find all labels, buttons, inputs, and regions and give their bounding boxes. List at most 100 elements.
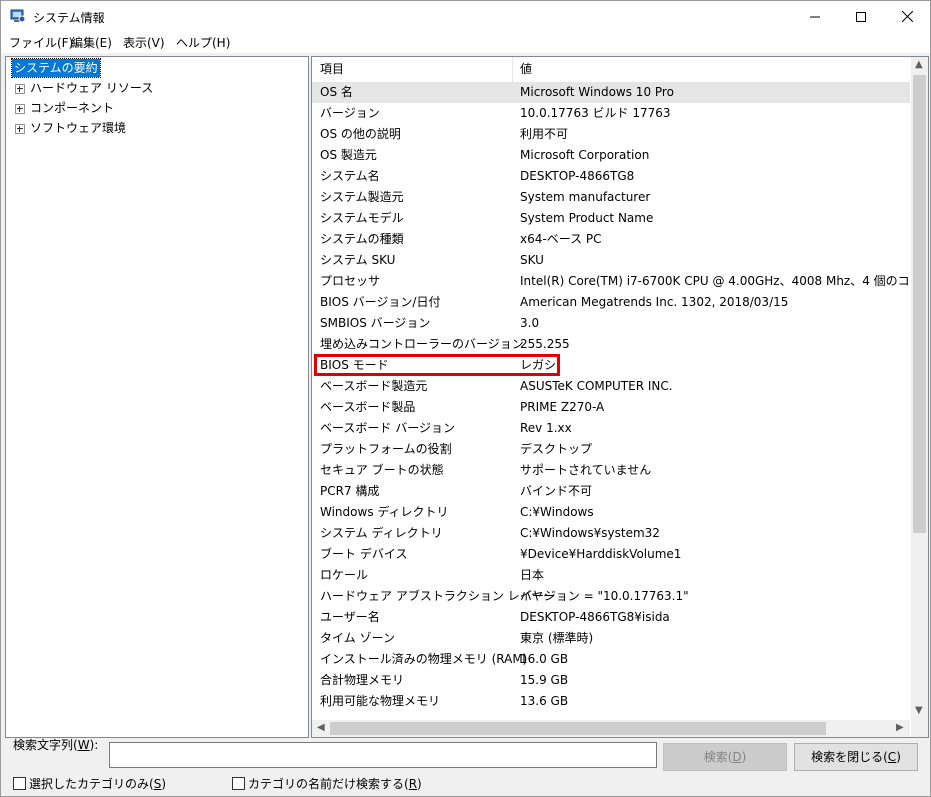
row-item-value: 3.0 bbox=[520, 316, 540, 330]
row-item-name: バージョン bbox=[320, 106, 380, 120]
table-row[interactable]: 合計物理メモリ 15.9 GB bbox=[312, 670, 910, 691]
row-item-name: 利用可能な物理メモリ bbox=[320, 694, 441, 708]
table-row[interactable]: システム SKU SKU bbox=[312, 250, 910, 271]
scroll-up-icon[interactable]: ▲ bbox=[915, 59, 923, 70]
row-item-name: プラットフォームの役割 bbox=[320, 442, 452, 456]
table-row[interactable]: タイム ゾーン 東京 (標準時) bbox=[312, 628, 910, 649]
table-row[interactable]: BIOS バージョン/日付 American Megatrends Inc. 13… bbox=[312, 292, 910, 313]
table-row[interactable]: ベースボード バージョン Rev 1.xx bbox=[312, 418, 910, 439]
table-row[interactable]: SMBIOS バージョン 3.0 bbox=[312, 313, 910, 334]
row-item-value: 255.255 bbox=[520, 337, 570, 351]
details-list[interactable]: 項目 値 OS 名 Microsoft Windows 10 Pro バージョン 10… bbox=[311, 56, 929, 738]
row-item-value: 15.9 GB bbox=[520, 673, 569, 687]
table-row[interactable]: ベースボード製造元 ASUSTeK COMPUTER INC. bbox=[312, 376, 910, 397]
category-names-only-checkbox[interactable]: カテゴリの名前だけ検索する(R) bbox=[232, 775, 422, 792]
scroll-left-icon[interactable]: ◀ bbox=[317, 722, 325, 733]
tree-item-software-environment[interactable]: ソフトウェア環境 bbox=[30, 119, 126, 137]
row-item-name: 合計物理メモリ bbox=[320, 673, 405, 687]
row-item-name: BIOS バージョン/日付 bbox=[320, 295, 441, 309]
table-row[interactable]: システムの種類 x64-ベース PC bbox=[312, 229, 910, 250]
column-divider[interactable] bbox=[512, 57, 513, 82]
horizontal-scroll-thumb[interactable] bbox=[330, 722, 826, 735]
row-item-name: SMBIOS バージョン bbox=[320, 316, 431, 330]
table-row[interactable]: システム名 DESKTOP-4866TG8 bbox=[312, 166, 910, 187]
table-row[interactable]: ユーザー名 DESKTOP-4866TG8¥isida bbox=[312, 607, 910, 628]
title-bar[interactable]: システム情報 bbox=[1, 1, 930, 32]
row-item-name: ロケール bbox=[320, 568, 369, 582]
table-row[interactable]: Windows ディレクトリ C:¥Windows bbox=[312, 502, 910, 523]
row-item-name: システム名 bbox=[320, 169, 380, 183]
expand-icon[interactable] bbox=[15, 124, 25, 134]
horizontal-scrollbar[interactable]: ◀ ▶ bbox=[312, 720, 910, 737]
close-search-button[interactable]: 検索を閉じる(C) bbox=[794, 743, 918, 771]
checkbox-icon[interactable] bbox=[13, 777, 26, 790]
table-row[interactable]: 利用可能な物理メモリ 13.6 GB bbox=[312, 691, 910, 712]
row-item-name: システムモデル bbox=[320, 211, 404, 225]
column-header-value[interactable]: 値 bbox=[520, 57, 532, 82]
table-row[interactable]: OS 名 Microsoft Windows 10 Pro bbox=[312, 82, 910, 103]
row-item-value: バージョン = "10.0.17763.1" bbox=[520, 589, 689, 603]
table-row[interactable]: システムモデル System Product Name bbox=[312, 208, 910, 229]
scroll-right-icon[interactable]: ▶ bbox=[896, 722, 904, 733]
table-row[interactable]: OS 製造元 Microsoft Corporation bbox=[312, 145, 910, 166]
row-item-value: American Megatrends Inc. 1302, 2018/03/1… bbox=[520, 295, 789, 309]
vertical-scroll-thumb[interactable] bbox=[913, 75, 926, 533]
row-item-value: サポートされていません bbox=[520, 463, 652, 477]
scroll-down-icon[interactable]: ▼ bbox=[915, 705, 923, 716]
table-row[interactable]: バージョン 10.0.17763 ビルド 17763 bbox=[312, 103, 910, 124]
table-row[interactable]: プラットフォームの役割 デスクトップ bbox=[312, 439, 910, 460]
row-item-value: x64-ベース PC bbox=[520, 232, 602, 246]
search-label: 検索文字列(W): bbox=[13, 738, 99, 752]
list-header: 項目 値 bbox=[312, 57, 910, 82]
minimize-button[interactable] bbox=[792, 1, 838, 32]
table-row[interactable]: システム ディレクトリ C:¥Windows¥system32 bbox=[312, 523, 910, 544]
selected-category-only-checkbox[interactable]: 選択したカテゴリのみ(S) bbox=[13, 775, 166, 792]
row-item-value: Intel(R) Core(TM) i7-6700K CPU @ 4.00GHz… bbox=[520, 274, 929, 288]
menu-edit[interactable]: 編集(E) bbox=[71, 34, 112, 51]
menu-view[interactable]: 表示(V) bbox=[123, 34, 165, 51]
bios-mode-highlight-box bbox=[314, 354, 560, 376]
row-item-name: ベースボード バージョン bbox=[320, 421, 455, 435]
table-row[interactable]: 埋め込みコントローラーのバージョン 255.255 bbox=[312, 334, 910, 355]
table-row[interactable]: システム製造元 System manufacturer bbox=[312, 187, 910, 208]
close-button[interactable] bbox=[884, 1, 930, 32]
row-item-value: ¥Device¥HarddiskVolume1 bbox=[520, 547, 682, 561]
tree-item-hardware-resources[interactable]: ハードウェア リソース bbox=[30, 79, 153, 97]
tree-item-system-summary[interactable]: システムの要約 bbox=[11, 58, 101, 78]
expand-icon[interactable] bbox=[15, 104, 25, 114]
vertical-scrollbar[interactable]: ▲ ▼ bbox=[911, 57, 928, 720]
row-item-value: DESKTOP-4866TG8¥isida bbox=[520, 610, 670, 624]
category-tree[interactable]: システムの要約 ハードウェア リソース コンポーネント ソフトウェア環境 bbox=[5, 56, 309, 738]
table-row[interactable]: ロケール 日本 bbox=[312, 565, 910, 586]
column-header-item[interactable]: 項目 bbox=[320, 57, 344, 82]
find-button[interactable]: 検索(D) bbox=[663, 743, 787, 771]
row-item-value: DESKTOP-4866TG8 bbox=[520, 169, 635, 183]
row-item-name: セキュア ブートの状態 bbox=[320, 463, 444, 477]
checkbox-icon[interactable] bbox=[232, 777, 245, 790]
menu-file[interactable]: ファイル(F) bbox=[9, 34, 73, 51]
expand-icon[interactable] bbox=[15, 84, 25, 94]
row-item-value: 利用不可 bbox=[520, 127, 569, 141]
maximize-button[interactable] bbox=[838, 1, 884, 32]
table-row[interactable]: ブート デバイス ¥Device¥HarddiskVolume1 bbox=[312, 544, 910, 565]
row-item-value: Rev 1.xx bbox=[520, 421, 572, 435]
row-item-value: Microsoft Windows 10 Pro bbox=[520, 85, 674, 99]
table-row[interactable]: セキュア ブートの状態 サポートされていません bbox=[312, 460, 910, 481]
row-item-value: 16.0 GB bbox=[520, 652, 569, 666]
menu-help[interactable]: ヘルプ(H) bbox=[176, 34, 230, 51]
row-item-name: 埋め込みコントローラーのバージョン bbox=[320, 337, 524, 351]
search-input[interactable] bbox=[109, 742, 657, 768]
table-row[interactable]: インストール済みの物理メモリ (RAM) 16.0 GB bbox=[312, 649, 910, 670]
tree-item-components[interactable]: コンポーネント bbox=[30, 99, 114, 117]
table-row[interactable]: OS の他の説明 利用不可 bbox=[312, 124, 910, 145]
row-item-value: C:¥Windows bbox=[520, 505, 594, 519]
row-item-value: ASUSTeK COMPUTER INC. bbox=[520, 379, 673, 393]
row-item-value: 東京 (標準時) bbox=[520, 631, 594, 645]
table-row[interactable]: プロセッサ Intel(R) Core(TM) i7-6700K CPU @ 4.… bbox=[312, 271, 928, 292]
table-row[interactable]: PCR7 構成 バインド不可 bbox=[312, 481, 910, 502]
table-row[interactable]: ベースボード製品 PRIME Z270-A bbox=[312, 397, 910, 418]
row-item-value: System manufacturer bbox=[520, 190, 651, 204]
table-row[interactable]: ハードウェア アブストラクション レイヤー バージョン = "10.0.17763… bbox=[312, 586, 910, 607]
row-item-name: システムの種類 bbox=[320, 232, 404, 246]
row-item-name: ベースボード製造元 bbox=[320, 379, 428, 393]
